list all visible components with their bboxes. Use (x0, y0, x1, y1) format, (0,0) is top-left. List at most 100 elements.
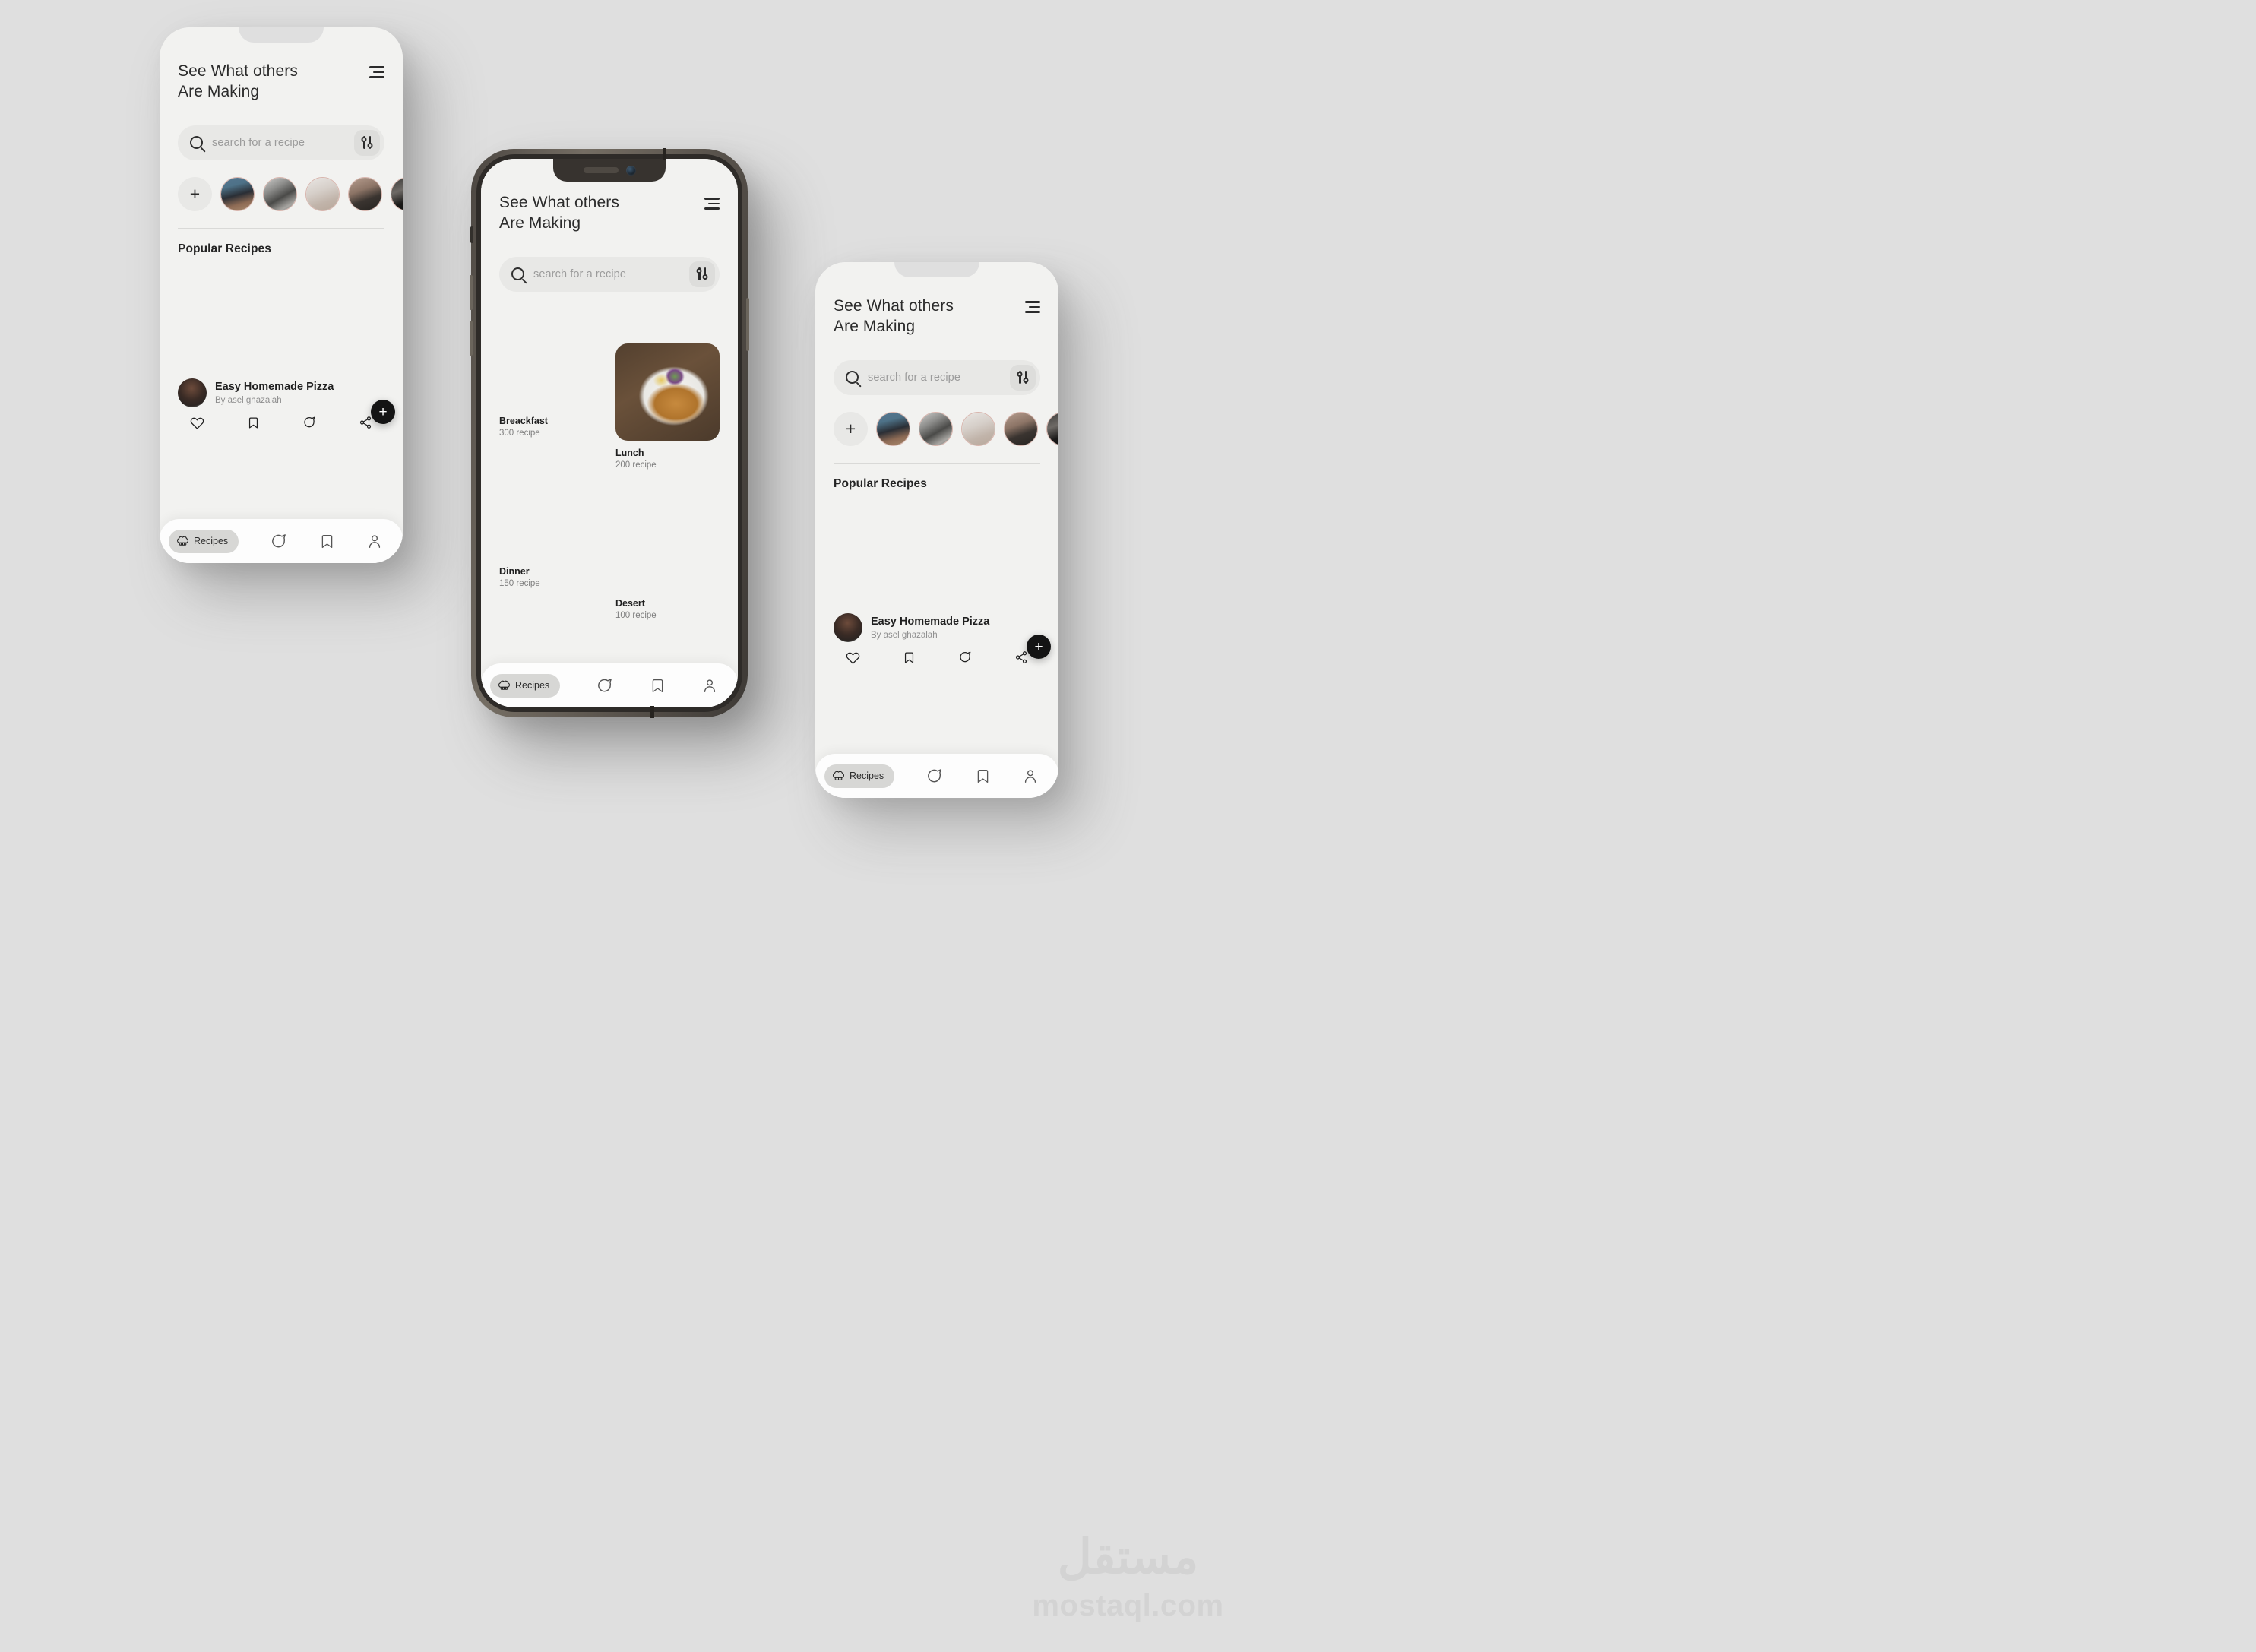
story-avatar-2[interactable] (919, 411, 953, 446)
bottom-nav: Recipes (815, 754, 1058, 798)
category-name: Dinner (499, 565, 530, 577)
story-avatar-1[interactable] (220, 176, 255, 211)
feed-scroll-area[interactable]: See What others Are Making search for a … (815, 262, 1058, 798)
like-icon[interactable] (846, 650, 860, 665)
nav-recipes-active[interactable]: Recipes (490, 673, 561, 698)
like-icon[interactable] (190, 416, 204, 430)
search-bar[interactable]: search for a recipe (834, 359, 1040, 395)
app-screen-feed: See What others Are Making search for a … (815, 262, 1058, 798)
nav-profile[interactable] (366, 533, 383, 549)
share-icon[interactable] (359, 416, 372, 429)
search-input[interactable]: search for a recipe (533, 268, 689, 280)
filter-sliders-icon[interactable] (354, 129, 380, 156)
add-story-button[interactable]: + (178, 176, 212, 211)
bookmark-icon[interactable] (247, 416, 260, 430)
silent-switch[interactable] (470, 226, 473, 243)
categories-scroll-area[interactable]: See What others Are Making search for a … (481, 159, 738, 707)
category-card-breakfast[interactable]: Breackfast 300 recipe (499, 312, 603, 438)
add-story-button[interactable]: + (834, 411, 868, 446)
category-count: 200 recipe (615, 460, 657, 470)
nav-comments[interactable] (925, 767, 943, 785)
category-count: 300 recipe (499, 428, 540, 438)
phone-mockup-left: See What others Are Making search for a … (160, 27, 403, 563)
story-avatar-2[interactable] (263, 176, 297, 211)
search-icon (511, 267, 524, 281)
page-title: See What others Are Making (834, 297, 954, 336)
chef-hat-icon (176, 535, 189, 548)
section-title-popular: Popular Recipes (834, 476, 927, 490)
front-camera-icon (625, 165, 636, 176)
bottom-nav: Recipes (160, 519, 403, 563)
sort-lines-icon[interactable] (369, 61, 384, 78)
nav-recipes-active[interactable]: Recipes (824, 764, 895, 788)
earpiece-speaker (583, 167, 619, 173)
nav-comments[interactable] (270, 533, 287, 550)
slider-track-2 (1023, 371, 1029, 385)
slider-track-1 (361, 136, 367, 150)
antenna-line-bottom (650, 706, 654, 718)
feed-scroll-area[interactable]: See What others Are Making search for a … (160, 27, 403, 563)
story-avatar-5[interactable] (391, 176, 403, 211)
nav-saved[interactable] (975, 767, 991, 785)
category-name: Breackfast (499, 415, 548, 426)
nav-saved[interactable] (650, 677, 666, 695)
search-input[interactable]: search for a recipe (212, 137, 354, 149)
category-card-dinner[interactable]: Dinner 150 recipe (499, 462, 603, 588)
category-card-lunch[interactable]: Lunch 200 recipe (615, 343, 720, 470)
story-avatar-4[interactable] (348, 176, 382, 211)
nav-profile[interactable] (701, 677, 718, 694)
comment-icon[interactable] (958, 650, 972, 664)
bottom-nav: Recipes (481, 663, 738, 707)
watermark-arabic: مستقل (1057, 1531, 1199, 1584)
recipe-byline: By asel ghazalah (215, 396, 282, 406)
nav-profile[interactable] (1022, 767, 1039, 784)
comment-icon[interactable] (302, 416, 316, 429)
volume-down-button[interactable] (470, 321, 473, 356)
stories-row[interactable]: + (815, 395, 1058, 446)
category-card-desert[interactable]: Desert 100 recipe (615, 494, 720, 620)
recipe-title: Easy Homemade Pizza (215, 381, 334, 394)
add-recipe-fab[interactable]: + (1027, 635, 1051, 659)
phone-mockup-right: See What others Are Making search for a … (815, 262, 1058, 798)
search-bar[interactable]: search for a recipe (499, 256, 720, 292)
story-avatar-4[interactable] (1004, 411, 1038, 446)
nav-recipes-label: Recipes (850, 771, 884, 781)
nav-recipes-active[interactable]: Recipes (169, 529, 239, 553)
nav-recipes-label: Recipes (515, 680, 550, 691)
nav-recipes-label: Recipes (194, 536, 229, 546)
share-icon[interactable] (1014, 650, 1028, 664)
antenna-line-top (663, 148, 666, 160)
story-avatar-3[interactable] (305, 176, 340, 211)
story-avatar-5[interactable] (1046, 411, 1058, 446)
sort-lines-icon[interactable] (704, 192, 720, 210)
filter-sliders-icon[interactable] (1010, 364, 1036, 391)
story-avatar-1[interactable] (876, 411, 910, 446)
filter-sliders-icon[interactable] (689, 261, 715, 287)
page-title: See What others Are Making (499, 194, 619, 233)
page-title: See What others Are Making (178, 62, 298, 101)
phone-notch (894, 262, 979, 277)
recipe-meta: Easy Homemade Pizza By asel ghazalah (815, 604, 1058, 642)
search-bar[interactable]: search for a recipe (178, 125, 384, 160)
category-name: Desert (615, 597, 645, 609)
recipe-photo-pizza[interactable] (834, 503, 1040, 604)
volume-up-button[interactable] (470, 275, 473, 310)
add-recipe-fab[interactable]: + (371, 400, 395, 424)
watermark-latin: mostaql.com (1032, 1589, 1224, 1622)
recipe-photo-pizza[interactable] (178, 268, 384, 369)
category-column-left: Breackfast 300 recipe Dinner 150 recipe (499, 312, 603, 631)
stories-row[interactable]: + (160, 160, 403, 211)
category-count: 100 recipe (615, 610, 657, 620)
avatar[interactable] (834, 612, 862, 642)
nav-saved[interactable] (319, 533, 335, 550)
slider-track-2 (702, 267, 708, 281)
avatar[interactable] (178, 378, 207, 407)
story-avatar-3[interactable] (961, 411, 995, 446)
search-input[interactable]: search for a recipe (868, 372, 1010, 384)
power-button[interactable] (746, 298, 749, 351)
sort-lines-icon[interactable] (1025, 296, 1040, 313)
phone-mockup-center: See What others Are Making search for a … (481, 159, 738, 707)
nav-comments[interactable] (596, 677, 613, 695)
bookmark-icon[interactable] (903, 650, 916, 665)
category-grid: Breackfast 300 recipe Dinner 150 recipe (481, 292, 738, 631)
